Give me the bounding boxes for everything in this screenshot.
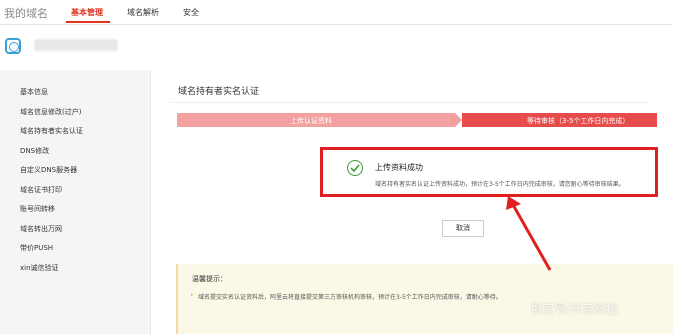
annotation-arrow <box>506 196 552 271</box>
watermark: 百家号/开若科技 <box>530 302 619 316</box>
